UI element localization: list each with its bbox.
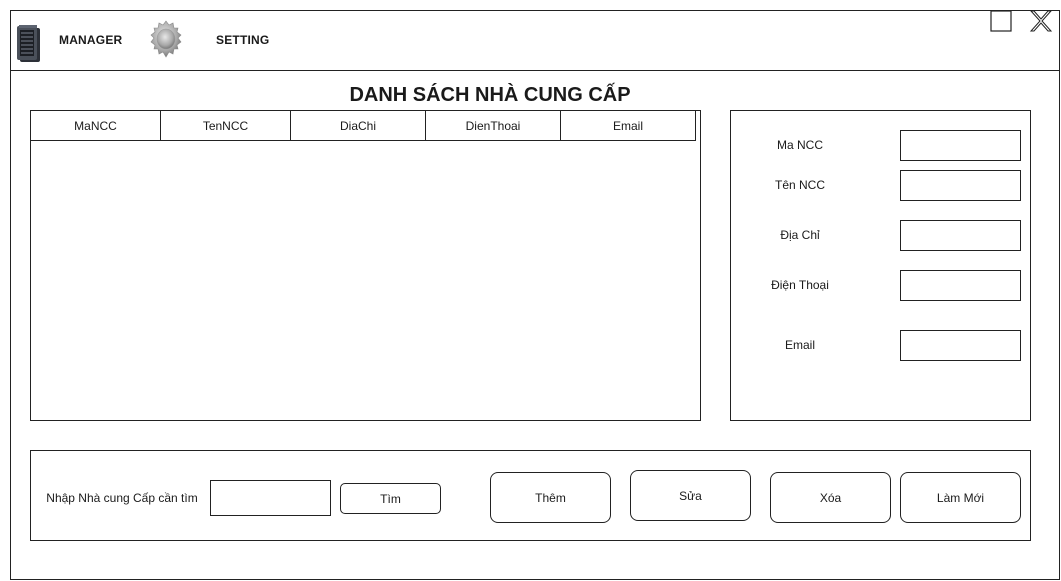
ma-ncc-label: Ma NCC [776,138,823,152]
search-input[interactable] [210,480,331,516]
server-icon[interactable] [17,24,43,64]
dien-thoai-input[interactable] [900,270,1021,301]
column-header-email[interactable]: Email [561,111,696,141]
add-button[interactable]: Thêm [490,472,611,523]
dien-thoai-label: Điện Thoại [771,278,829,292]
ten-ncc-input[interactable] [900,170,1021,201]
supplier-table[interactable]: MaNCC TenNCC DiaChi DienThoai Email [30,110,701,421]
ten-ncc-label: Tên NCC [774,178,825,192]
dia-chi-label: Địa Chỉ [780,228,820,242]
gear-icon[interactable] [149,20,183,60]
edit-button[interactable]: Sửa [630,470,751,521]
setting-menu[interactable]: SETTING [216,33,269,47]
column-header-dienthoai[interactable]: DienThoai [426,111,561,141]
refresh-button[interactable]: Làm Mới [900,472,1021,523]
column-header-mancc[interactable]: MaNCC [31,111,161,141]
manager-menu[interactable]: MANAGER [59,33,122,47]
email-label: Email [784,338,815,352]
dia-chi-input[interactable] [900,220,1021,251]
ma-ncc-input[interactable] [900,130,1021,161]
search-button[interactable]: Tìm [340,483,441,514]
square-icon[interactable] [990,10,1012,32]
email-input[interactable] [900,330,1021,361]
column-header-tenncc[interactable]: TenNCC [161,111,291,141]
column-header-diachi[interactable]: DiaChi [291,111,426,141]
x-icon[interactable] [1029,10,1053,32]
page-title: DANH SÁCH NHÀ CUNG CẤP [349,84,631,106]
delete-button[interactable]: Xóa [770,472,891,523]
search-label: Nhập Nhà cung Cấp cần tìm [46,491,198,505]
